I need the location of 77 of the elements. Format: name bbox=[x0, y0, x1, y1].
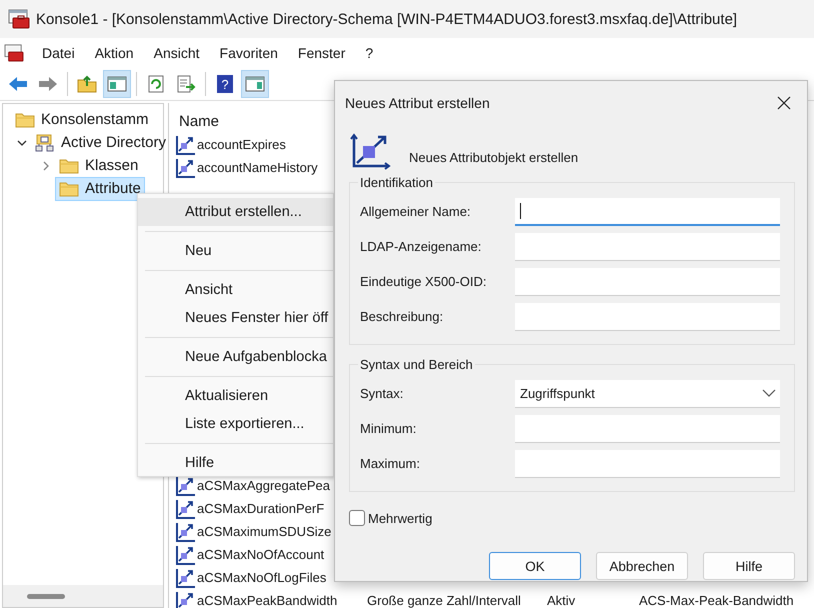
folder-icon bbox=[77, 75, 97, 93]
tree-item[interactable]: Attribute bbox=[55, 176, 145, 200]
checkbox-label: Mehrwertig bbox=[368, 510, 432, 526]
tree-item[interactable]: Konsolenstamm bbox=[11, 108, 153, 132]
field-label: Allgemeiner Name: bbox=[360, 204, 472, 219]
menu-item[interactable]: Attribut erstellen... bbox=[138, 198, 333, 226]
field-label: Beschreibung: bbox=[360, 309, 444, 324]
scroll-bar[interactable] bbox=[3, 585, 163, 607]
field-label: Maximum: bbox=[360, 456, 421, 471]
menu-item[interactable]: Fenster bbox=[290, 42, 354, 64]
help-icon: ? bbox=[216, 74, 234, 94]
table-cell: ACS-Max-Peak-Bandwidth bbox=[639, 593, 794, 608]
menu-item[interactable]: Datei bbox=[34, 42, 83, 64]
field-label: LDAP-Anzeigename: bbox=[360, 239, 482, 254]
input-field[interactable] bbox=[515, 302, 780, 330]
chevron-right-icon[interactable] bbox=[43, 160, 49, 170]
group-title: Identifikation bbox=[359, 175, 434, 190]
menu-item[interactable]: Ansicht bbox=[146, 42, 208, 64]
help-button[interactable]: ? bbox=[211, 70, 239, 98]
dialog-button[interactable]: Abbrechen bbox=[596, 552, 688, 580]
chevron-down-icon[interactable] bbox=[17, 140, 27, 146]
group-title: Syntax und Bereich bbox=[359, 357, 474, 372]
dialog-title: Neues Attribut erstellen bbox=[345, 95, 490, 111]
pane-icon bbox=[245, 75, 265, 93]
table-cell-text: Aktiv bbox=[547, 593, 576, 608]
menu-item[interactable]: Neues Fenster hier öff bbox=[138, 304, 333, 332]
input-field[interactable] bbox=[515, 414, 780, 442]
attribute-icon bbox=[174, 566, 196, 588]
menu-item[interactable]: Liste exportieren... bbox=[138, 410, 333, 438]
tree-item[interactable]: Active Directory bbox=[31, 130, 170, 154]
window-title: Konsole1 - [Konsolenstamm\Active Directory-Schema [WIN-P4ETM4ADUO3.forest3.msxfaq.de]\Attribute] bbox=[36, 10, 738, 28]
dialog-button[interactable]: OK bbox=[489, 552, 581, 580]
menu-item[interactable]: Neue Aufgabenblocka bbox=[138, 343, 333, 371]
attribute-icon bbox=[174, 544, 196, 566]
field-label: Minimum: bbox=[360, 421, 418, 436]
menu-item[interactable]: Aktion bbox=[86, 42, 142, 64]
toolbox-icon bbox=[8, 9, 30, 29]
menu-item[interactable]: Neu bbox=[138, 237, 333, 265]
folder-icon bbox=[59, 180, 79, 196]
checkbox[interactable] bbox=[349, 510, 365, 526]
table-cell-text: Große ganze Zahl/Intervall bbox=[367, 593, 522, 608]
right-arrow-icon bbox=[38, 76, 58, 92]
attribute-icon bbox=[174, 474, 196, 496]
menu-item[interactable]: ? bbox=[357, 42, 382, 64]
input-field[interactable] bbox=[515, 450, 780, 478]
attribute-name[interactable]: aCSMaxPeakBandwidth bbox=[197, 593, 367, 608]
left-arrow-icon bbox=[8, 76, 28, 92]
attribute-icon bbox=[174, 498, 196, 520]
action-pane-button[interactable] bbox=[241, 70, 269, 98]
input-field[interactable] bbox=[515, 268, 780, 296]
chevron-down-icon bbox=[762, 389, 776, 397]
pane-icon bbox=[107, 75, 127, 93]
input-field[interactable] bbox=[515, 198, 780, 226]
field-label: Eindeutige X500-OID: bbox=[360, 274, 488, 289]
attribute-icon bbox=[349, 133, 391, 171]
field-label: Syntax: bbox=[360, 386, 404, 401]
refresh-icon bbox=[147, 75, 165, 93]
menu-item[interactable]: Hilfe bbox=[138, 449, 333, 477]
dialog-button[interactable]: Hilfe bbox=[703, 552, 795, 580]
dialog-heading: Neues Attributobjekt erstellen bbox=[409, 150, 578, 165]
tree-pane-button[interactable] bbox=[103, 70, 131, 98]
menu-item[interactable]: Aktualisieren bbox=[138, 382, 333, 410]
attribute-icon bbox=[174, 134, 196, 156]
folder-icon bbox=[59, 158, 79, 174]
network-icon bbox=[35, 134, 55, 152]
attribute-icon bbox=[174, 156, 196, 178]
menu-item[interactable]: Favoriten bbox=[212, 42, 286, 64]
attribute-icon bbox=[174, 520, 196, 542]
tree-item[interactable]: Klassen bbox=[55, 154, 142, 178]
folder-icon bbox=[15, 112, 35, 128]
menu-item[interactable]: Ansicht bbox=[138, 276, 333, 304]
close-icon[interactable] bbox=[777, 96, 791, 110]
dropdown[interactable]: Zugriffspunkt bbox=[515, 380, 780, 408]
attribute-icon bbox=[174, 590, 196, 608]
toolbox-icon[interactable] bbox=[4, 44, 24, 62]
input-field[interactable] bbox=[515, 232, 780, 260]
document-arrow-icon bbox=[176, 75, 196, 93]
